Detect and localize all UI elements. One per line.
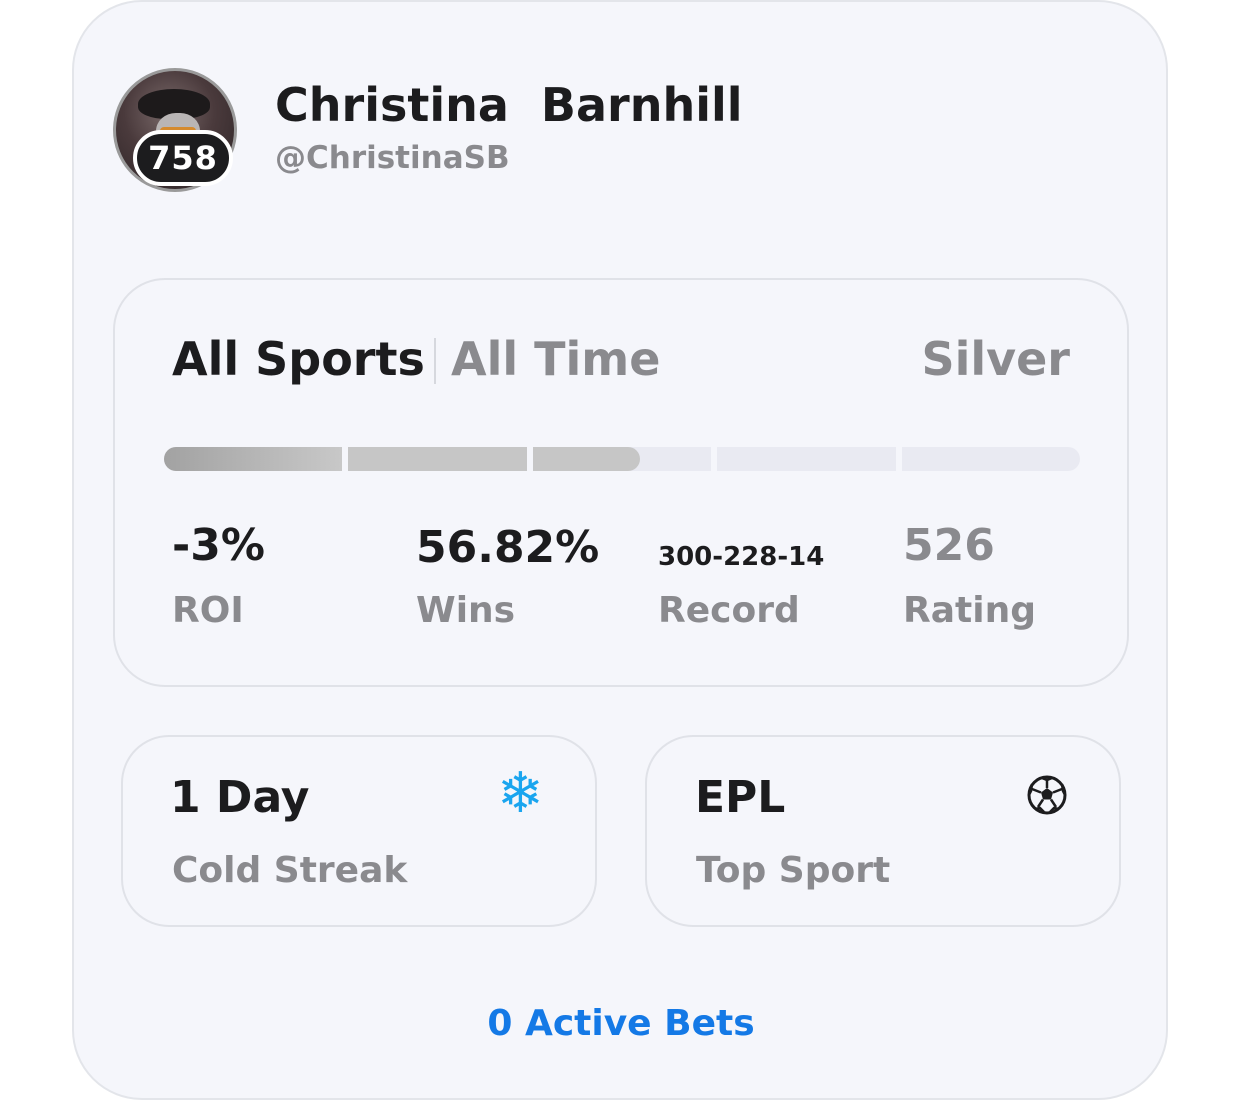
snowflake-icon: ❄ <box>497 761 544 826</box>
progress-segment <box>717 447 896 471</box>
time-filter[interactable]: All Time <box>451 332 660 386</box>
sport-filter[interactable]: All Sports <box>172 332 425 386</box>
rank-badge: 758 <box>133 130 233 186</box>
wins-value: 56.82% <box>416 522 600 573</box>
streak-label: Cold Streak <box>172 850 408 891</box>
record-label: Record <box>658 590 800 631</box>
last-name: Barnhill <box>540 78 743 132</box>
soccer-ball-icon <box>1027 775 1067 815</box>
user-handle: @ChristinaSB <box>275 140 510 176</box>
streak-value: 1 Day <box>170 772 310 823</box>
top-sport-tile[interactable] <box>645 735 1121 927</box>
wins-label: Wins <box>416 590 516 631</box>
active-bets-link[interactable]: 0 Active Bets <box>0 1003 1242 1044</box>
filter-divider <box>434 338 436 384</box>
progress-fill <box>532 447 641 471</box>
user-name: Christina Barnhill <box>275 78 743 132</box>
record-value: 300-228-14 <box>658 542 825 572</box>
roi-value: -3% <box>172 520 265 571</box>
rating-label: Rating <box>903 590 1036 631</box>
progress-segment <box>901 447 1080 471</box>
top-sport-label: Top Sport <box>696 850 891 891</box>
tier-progress-bar <box>164 447 1080 471</box>
roi-label: ROI <box>172 590 244 631</box>
top-sport-value: EPL <box>695 772 786 823</box>
tier-label: Silver <box>921 332 1070 386</box>
progress-fill <box>164 447 343 471</box>
first-name: Christina <box>275 78 509 132</box>
progress-fill <box>348 447 527 471</box>
avatar[interactable]: 758 <box>113 68 237 192</box>
rating-value: 526 <box>903 520 995 571</box>
